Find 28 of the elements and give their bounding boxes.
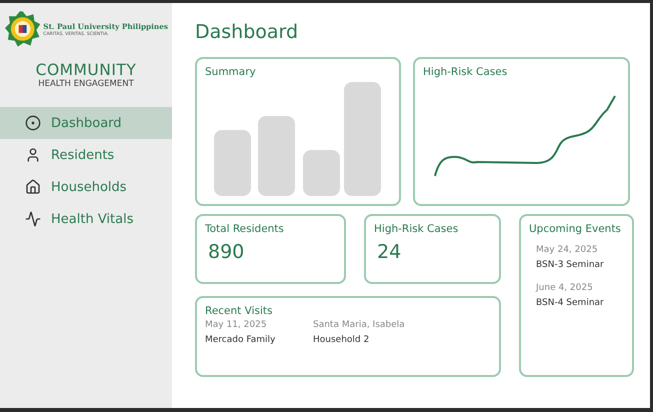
target-icon (25, 115, 41, 131)
person-icon (25, 147, 41, 163)
card-title: High-Risk Cases (423, 66, 508, 78)
university-seal-icon (5, 11, 40, 47)
pulse-icon (25, 211, 41, 227)
house-icon (25, 179, 41, 195)
event-name: BSN-4 Seminar (536, 298, 604, 308)
page-title: Dashboard (195, 21, 300, 43)
event-name: BSN-3 Seminar (536, 260, 604, 270)
card-title: Summary (205, 66, 256, 78)
visit-family: Mercado Family (205, 335, 276, 345)
card-title: Upcoming Events (529, 223, 621, 235)
visit-household: Household 2 (313, 335, 370, 345)
event-date: June 4, 2025 (536, 283, 593, 293)
stat-label: Total Residents (205, 223, 284, 235)
card-title: Recent Visits (205, 305, 272, 317)
event-date: May 24, 2025 (536, 245, 598, 255)
visit-date: May 11, 2025 (205, 320, 268, 330)
stat-label: High-Risk Cases (374, 223, 458, 235)
app-title: COMMUNITY (34, 61, 138, 79)
visit-place: Santa Maria, Isabela (313, 320, 406, 330)
stat-value: 890 (208, 241, 244, 263)
nav-item[interactable]: Residents (0, 139, 172, 171)
stat-value: 24 (377, 241, 402, 263)
nav-item[interactable]: Dashboard (0, 107, 172, 139)
nav-item[interactable]: Households (0, 171, 172, 203)
app-subtitle: HEALTH ENGAGEMENT (37, 79, 135, 89)
nav-item[interactable]: Health Vitals (0, 203, 172, 235)
